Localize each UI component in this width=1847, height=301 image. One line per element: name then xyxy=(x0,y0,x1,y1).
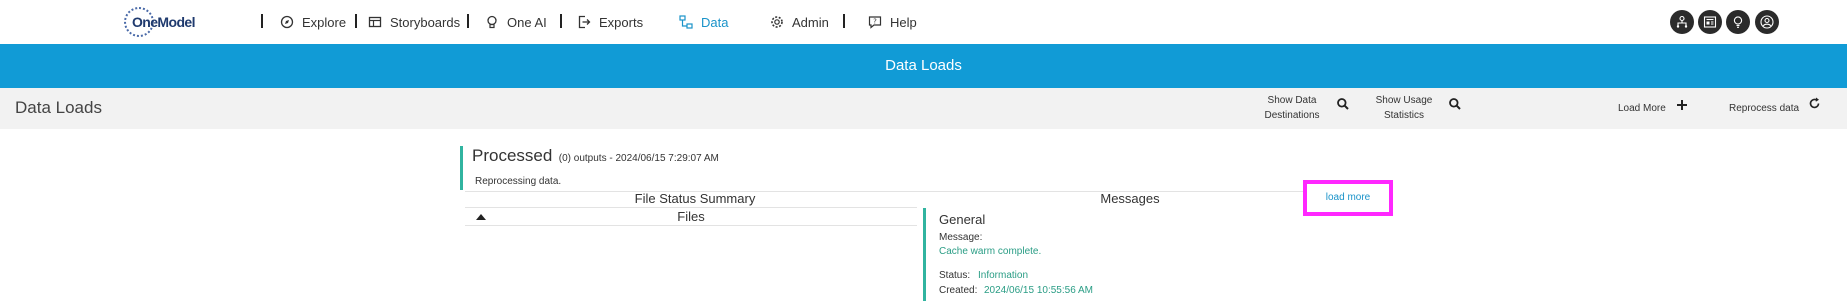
nav-data[interactable]: Data xyxy=(679,12,728,32)
nav-exports-label: Exports xyxy=(599,14,644,30)
lightbulb-icon xyxy=(485,15,499,29)
idea-button[interactable] xyxy=(1726,10,1750,34)
nav-help-label: Help xyxy=(890,14,917,30)
nav-data-label: Data xyxy=(701,14,729,30)
status-value: Information xyxy=(978,270,1029,281)
show-destinations-label-line2: Destinations xyxy=(1264,110,1320,121)
nav-explore-label: Explore xyxy=(302,14,347,30)
nav-admin[interactable]: Admin xyxy=(770,12,829,32)
reprocess-label: Reprocess data xyxy=(1729,103,1800,114)
status-block: Processed (0) outputs - 2024/06/15 7:29:… xyxy=(460,146,719,190)
export-icon xyxy=(577,15,591,29)
message-card: General Message: Cache warm complete. St… xyxy=(923,208,1373,301)
onemodel-logo[interactable]: OneModel xyxy=(124,7,195,37)
banner-title: Data Loads xyxy=(885,57,962,74)
nav-storyboards-label: Storyboards xyxy=(390,14,461,30)
user-button[interactable] xyxy=(1755,10,1779,34)
show-usage-statistics-button[interactable]: Show Usage Statistics xyxy=(1370,93,1438,123)
message-label: Message: xyxy=(939,232,983,243)
svg-text:?: ? xyxy=(873,18,877,26)
nav-one-ai[interactable]: One AI xyxy=(485,12,547,32)
nav-separator xyxy=(560,14,562,28)
nav-explore[interactable]: Explore xyxy=(280,12,346,32)
user-icon xyxy=(1760,15,1774,29)
nav-separator xyxy=(467,14,469,28)
load-more-button[interactable]: Load More xyxy=(1618,101,1666,116)
nav-separator xyxy=(355,14,357,28)
compass-icon xyxy=(280,15,294,29)
nav-one-ai-label: One AI xyxy=(507,14,547,30)
nav-separator xyxy=(261,14,263,28)
status-note: Reprocessing data. xyxy=(475,176,562,187)
show-usage-label-line1: Show Usage xyxy=(1375,95,1433,106)
status-label: Status: xyxy=(939,270,971,281)
message-title: General xyxy=(939,212,986,227)
refresh-icon[interactable] xyxy=(1808,97,1822,111)
gear-icon xyxy=(770,15,784,29)
toolbar: Data Loads Show Data Destinations Show U… xyxy=(0,88,1847,129)
top-nav: OneModel Explore Storyboards One AI Expo… xyxy=(0,0,1847,44)
news-icon xyxy=(1703,16,1717,28)
news-button[interactable] xyxy=(1698,10,1722,34)
file-status-summary-header: File Status Summary xyxy=(634,191,756,206)
search-icon[interactable] xyxy=(1448,97,1462,111)
page-title: Data Loads xyxy=(15,98,102,117)
messages-header: Messages xyxy=(1100,191,1160,206)
org-chart-button[interactable] xyxy=(1670,10,1694,34)
org-chart-icon xyxy=(1676,15,1688,28)
created-label: Created: xyxy=(939,285,978,296)
nav-storyboards[interactable]: Storyboards xyxy=(368,12,460,32)
created-value: 2024/06/15 10:55:56 AM xyxy=(984,285,1093,296)
message-text: Cache warm complete. xyxy=(939,246,1042,257)
logo-text: OneModel xyxy=(132,14,195,30)
nav-admin-label: Admin xyxy=(792,14,829,30)
show-usage-label-line2: Statistics xyxy=(1383,110,1424,121)
files-header[interactable]: Files xyxy=(465,209,917,224)
status-title: Processed xyxy=(472,146,553,165)
show-data-destinations-button[interactable]: Show Data Destinations xyxy=(1258,93,1326,123)
divider xyxy=(465,225,917,226)
nav-help[interactable]: ? Help xyxy=(868,12,917,32)
data-icon xyxy=(679,15,693,29)
plus-icon[interactable] xyxy=(1676,98,1690,112)
storyboard-icon xyxy=(368,15,382,29)
search-icon[interactable] xyxy=(1336,97,1350,111)
help-icon: ? xyxy=(868,15,882,29)
divider xyxy=(465,207,917,208)
show-destinations-label-line1: Show Data xyxy=(1267,95,1317,106)
nav-exports[interactable]: Exports xyxy=(577,12,643,32)
load-more-label: Load More xyxy=(1618,103,1666,114)
nav-separator xyxy=(843,14,845,28)
idea-icon xyxy=(1733,16,1743,28)
status-meta: (0) outputs - 2024/06/15 7:29:07 AM xyxy=(558,153,719,164)
page-banner: Data Loads xyxy=(0,44,1847,88)
reprocess-data-button[interactable]: Reprocess data xyxy=(1729,101,1799,116)
